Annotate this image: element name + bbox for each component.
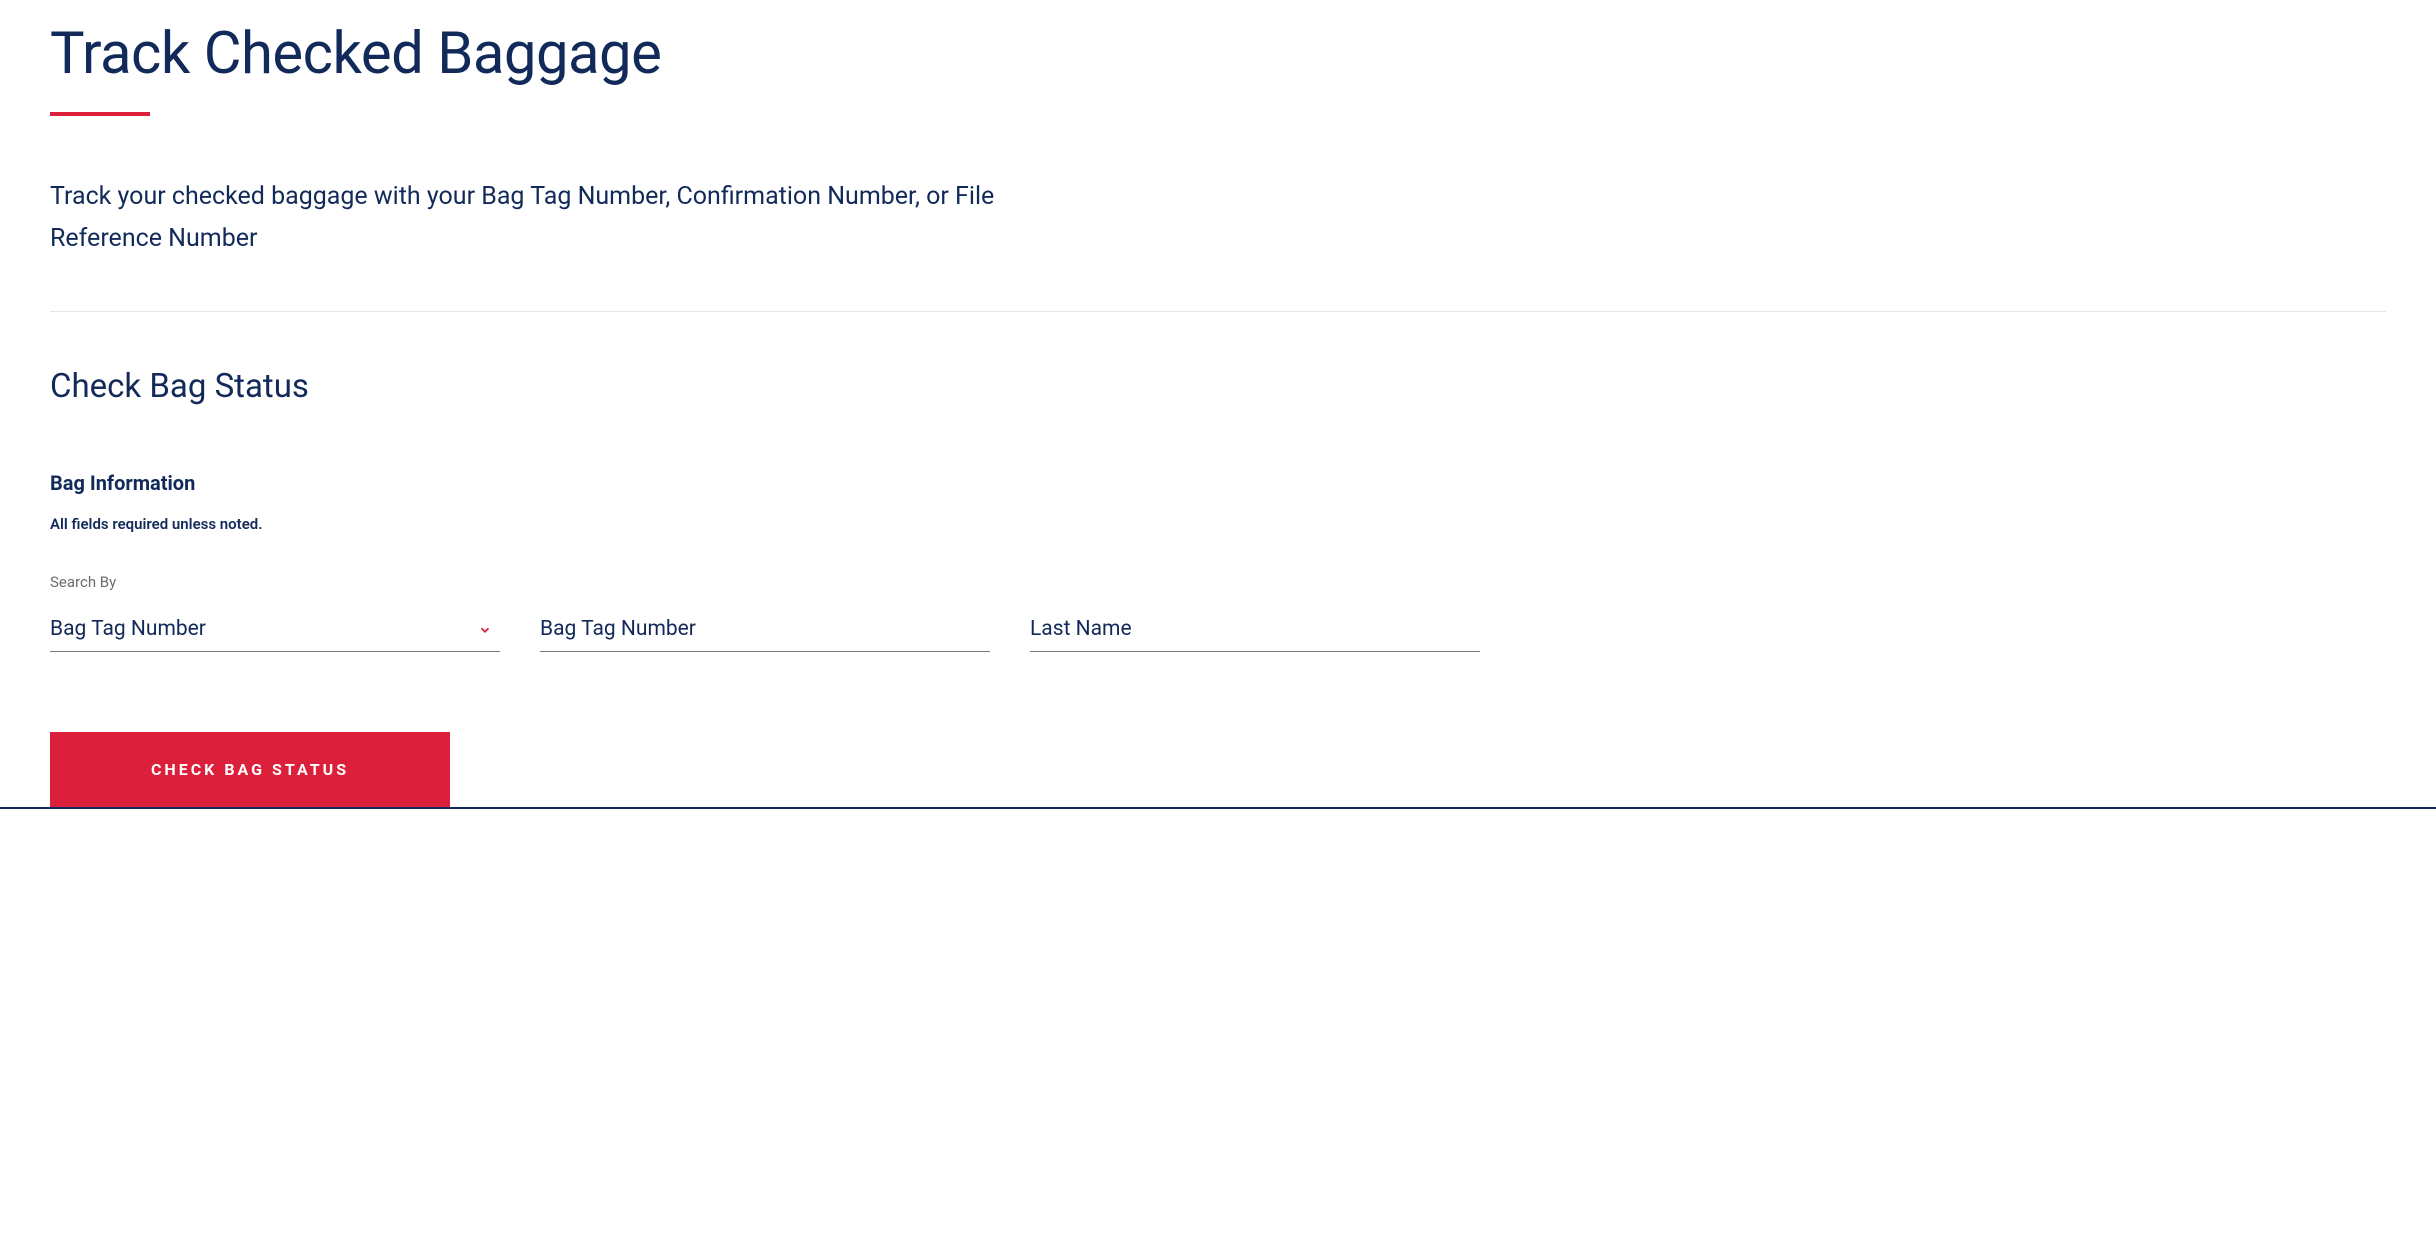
last-name-field-wrap — [1030, 609, 1480, 652]
intro-text: Track your checked baggage with your Bag… — [50, 176, 1100, 261]
title-underline — [50, 112, 150, 116]
search-by-select-wrap — [50, 609, 500, 652]
bag-tag-field-wrap — [540, 609, 990, 652]
required-fields-note: All fields required unless noted. — [50, 515, 2386, 533]
last-name-input[interactable] — [1030, 609, 1480, 652]
form-row — [50, 609, 2386, 652]
bag-tag-number-input[interactable] — [540, 609, 990, 652]
check-bag-status-button[interactable]: CHECK BAG STATUS — [50, 732, 450, 807]
section-divider — [50, 311, 2386, 312]
page-title: Track Checked Baggage — [50, 20, 2386, 90]
bag-information-heading: Bag Information — [50, 471, 2386, 495]
search-by-label: Search By — [50, 573, 2386, 591]
search-by-select[interactable] — [50, 609, 500, 652]
section-title: Check Bag Status — [50, 367, 2386, 406]
